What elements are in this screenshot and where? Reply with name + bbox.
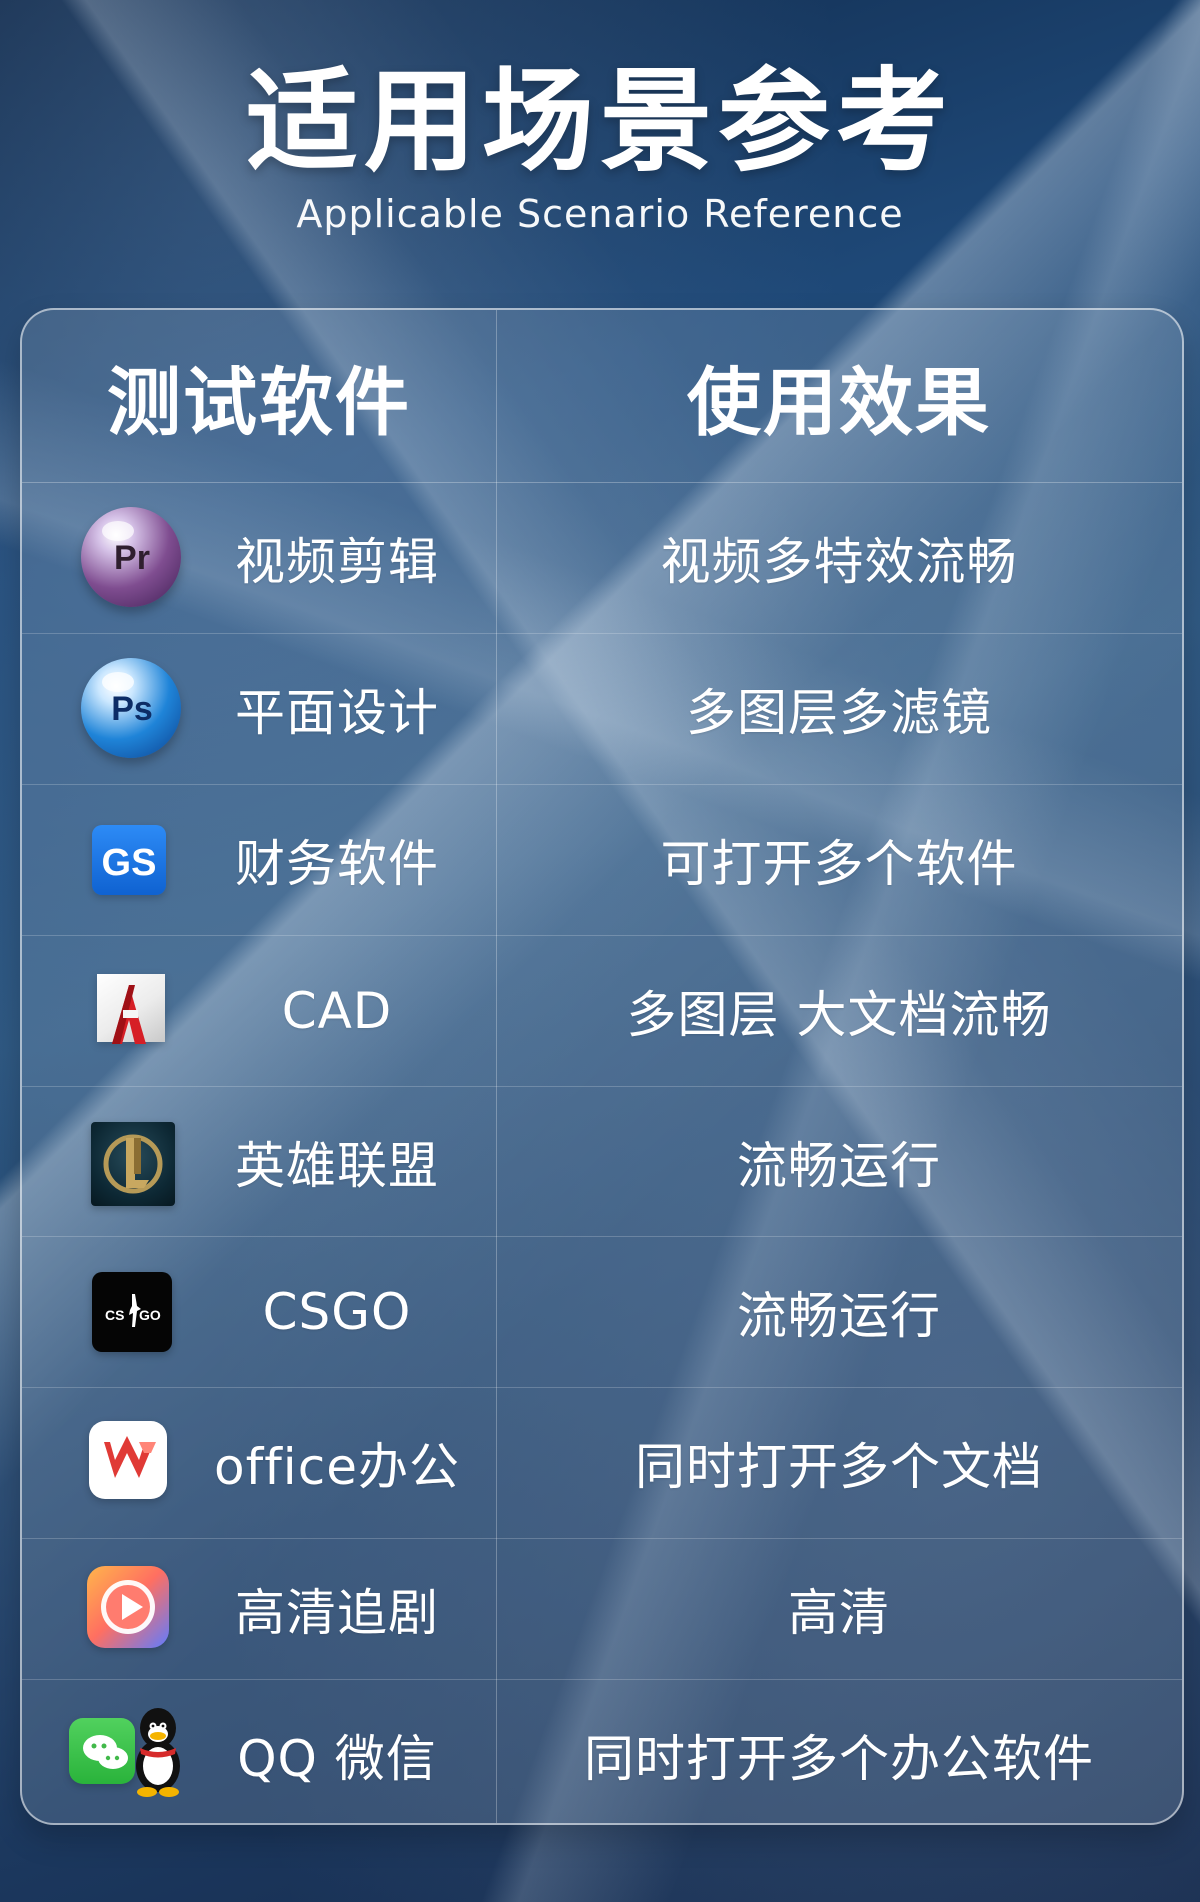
software-cell: office办公	[22, 1388, 496, 1538]
effect-cell: 同时打开多个文档	[635, 1438, 1043, 1497]
scenario-table: 测试软件 使用效果 Pr 视频剪辑 视频多特效流畅 Ps 平面设计 多图层多滤镜…	[20, 308, 1184, 1825]
wechat-qq-icons	[69, 1700, 187, 1810]
software-cell: 高清追剧	[22, 1539, 496, 1679]
wps-office-icon	[77, 1408, 187, 1518]
svg-text:GS: GS	[102, 842, 157, 884]
table-row-finance-software: GS 财务软件 可打开多个软件	[22, 785, 1182, 936]
autocad-icon	[77, 956, 187, 1066]
page-header: 适用场景参考 Applicable Scenario Reference	[0, 57, 1200, 236]
effect-cell: 多图层 大文档流畅	[626, 985, 1052, 1044]
premiere-pro-icon: Pr	[77, 503, 187, 613]
svg-text:GO: GO	[139, 1307, 161, 1323]
table-header-row: 测试软件 使用效果	[22, 310, 1182, 483]
software-label: 平面设计	[235, 683, 439, 742]
table-row-chat: QQ 微信 同时打开多个办公软件	[22, 1680, 1182, 1823]
svg-text:Ps: Ps	[111, 690, 153, 728]
software-label: QQ 微信	[237, 1730, 437, 1789]
software-cell: Ps 平面设计	[22, 634, 496, 784]
software-cell: Pr 视频剪辑	[22, 483, 496, 633]
software-label: 财务软件	[235, 834, 439, 893]
effect-cell: 多图层多滤镜	[686, 683, 992, 742]
software-cell: CS GO CSGO	[22, 1237, 496, 1387]
software-cell: 英雄联盟	[22, 1087, 496, 1237]
header-software: 测试软件	[107, 359, 411, 446]
table-row-lol: 英雄联盟 流畅运行	[22, 1087, 1182, 1238]
software-label: 英雄联盟	[235, 1136, 439, 1195]
software-label: 视频剪辑	[235, 532, 439, 591]
page-title: 适用场景参考	[246, 57, 954, 187]
software-cell: CAD	[22, 936, 496, 1086]
table-row-office: office办公 同时打开多个文档	[22, 1388, 1182, 1540]
table-row-video-editing: Pr 视频剪辑 视频多特效流畅	[22, 483, 1182, 634]
software-cell: GS 财务软件	[22, 785, 496, 935]
table-row-graphic-design: Ps 平面设计 多图层多滤镜	[22, 634, 1182, 785]
effect-cell: 视频多特效流畅	[660, 532, 1018, 591]
software-label: office办公	[214, 1438, 460, 1497]
effect-cell: 流畅运行	[737, 1136, 941, 1195]
video-player-icon	[77, 1554, 187, 1664]
software-label: 高清追剧	[235, 1584, 439, 1643]
software-cell: QQ 微信	[22, 1680, 496, 1823]
table-row-hd-video: 高清追剧 高清	[22, 1539, 1182, 1681]
table-row-cad: CAD 多图层 大文档流畅	[22, 936, 1182, 1087]
software-label: CAD	[281, 981, 393, 1040]
effect-cell: 同时打开多个办公软件	[584, 1730, 1094, 1789]
csgo-icon: CS GO	[77, 1257, 187, 1367]
header-effect: 使用效果	[687, 359, 991, 446]
effect-cell: 流畅运行	[737, 1287, 941, 1346]
photoshop-icon: Ps	[77, 654, 187, 764]
effect-cell: 高清	[788, 1584, 890, 1643]
league-of-legends-icon	[77, 1107, 187, 1217]
effect-cell: 可打开多个软件	[660, 834, 1018, 893]
gs-finance-icon: GS	[77, 805, 187, 915]
software-label: CSGO	[262, 1283, 412, 1342]
svg-text:Pr: Pr	[114, 539, 150, 577]
svg-text:CS: CS	[105, 1307, 124, 1323]
table-row-csgo: CS GO CSGO 流畅运行	[22, 1237, 1182, 1389]
page-subtitle: Applicable Scenario Reference	[296, 191, 904, 236]
